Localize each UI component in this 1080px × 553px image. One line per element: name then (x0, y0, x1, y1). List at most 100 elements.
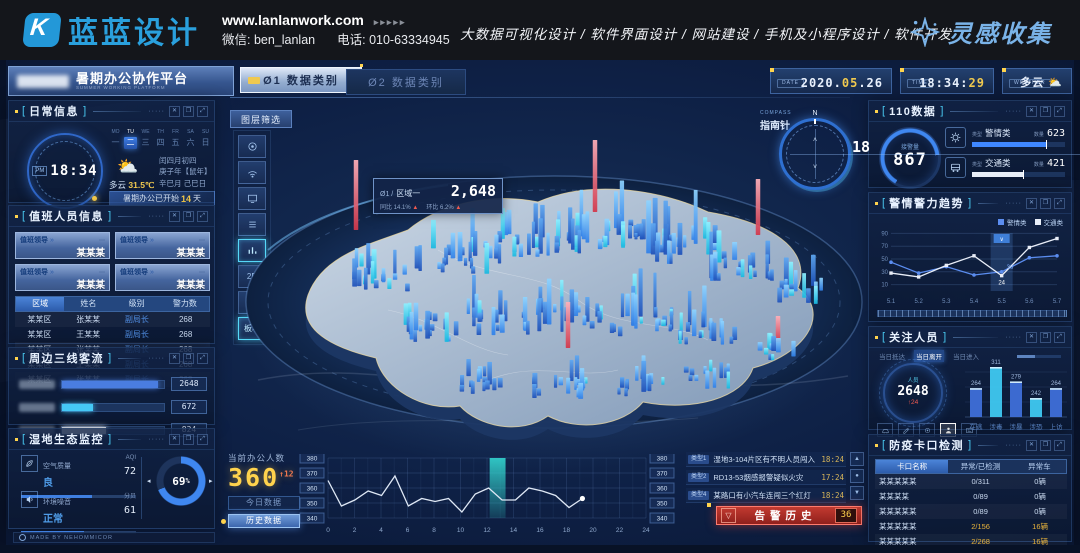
column-header[interactable]: 卡口名称 (876, 460, 948, 473)
panel-header: [110数据]·····✕❐⤢ (869, 101, 1071, 122)
expand-icon[interactable]: ⤢ (197, 211, 208, 222)
tab-data-category-1[interactable]: Ø1 数据类别 (240, 67, 362, 93)
alert-row[interactable]: 类型4某路口有小汽车连闯三个红灯18:24 (686, 488, 846, 503)
panel-title: 110数据 (889, 103, 936, 119)
logo[interactable]: K 蓝蓝设计 (24, 8, 200, 52)
window-controls: ✕❐⤢ (169, 434, 208, 445)
expand-icon[interactable]: ⤢ (1054, 332, 1065, 343)
window-icon[interactable]: ❐ (1040, 440, 1051, 451)
header-dots: ····· (148, 108, 165, 115)
column-header[interactable]: 级别 (113, 297, 161, 311)
close-icon[interactable]: ✕ (1026, 106, 1037, 117)
noise-item: 环境噪音正常 分贝61 (21, 491, 136, 534)
site-url[interactable]: www.lanlanwork.com (222, 12, 364, 28)
count-label: 数量 (1034, 161, 1044, 168)
arrow-icon: » (150, 269, 154, 276)
duty-leader-card[interactable]: 值班领导»⋯某某某 (115, 264, 210, 291)
week-day[interactable]: TU二 (124, 129, 137, 149)
expand-icon[interactable]: ⤢ (1054, 198, 1065, 209)
window-icon[interactable]: ❐ (1040, 332, 1051, 343)
progress-marker (1046, 140, 1047, 149)
duty-leader-card[interactable]: 值班领导»⋯某某某 (15, 264, 110, 291)
panel-header: [防疫卡口检测]·····✕❐⤢ (869, 435, 1071, 456)
panel-tick-icon (875, 444, 878, 447)
alert-history-banner[interactable]: ▽ 告警历史 36 (716, 506, 862, 525)
map-3d-scene[interactable] (238, 130, 870, 460)
table-header-row: 区域姓名级别警力数 (15, 296, 210, 312)
alert-row[interactable]: 类型2RD13-53烟感报警疑似火灾17:24 (686, 470, 846, 485)
week-day[interactable]: SA六 (184, 129, 197, 149)
alert-row[interactable]: 类型1湿地3-104片区有不明人员闯入18:24 (686, 452, 846, 467)
svg-text:90: 90 (881, 231, 888, 237)
window-icon[interactable]: ❐ (183, 353, 194, 364)
panel-checkpoint: [防疫卡口检测]·····✕❐⤢ 卡口名称异常/已检测异常车某某某某某0/311… (868, 434, 1072, 542)
week-day[interactable]: SU日 (199, 129, 212, 149)
table-cell: 268 (161, 312, 210, 327)
header-dots: ····· (148, 213, 165, 220)
column-header[interactable]: 警力数 (161, 297, 209, 311)
alert-list: 类型1湿地3-104片区有不明人员闯入18:24 类型2RD13-53烟感报警疑似… (686, 452, 846, 506)
close-icon[interactable]: ✕ (1026, 198, 1037, 209)
expand-icon[interactable]: ⤢ (197, 106, 208, 117)
expand-icon[interactable]: ⤢ (1054, 440, 1065, 451)
close-icon[interactable]: ✕ (169, 353, 180, 364)
panel-tick-icon (875, 110, 878, 113)
office-count-block: 当前办公人数 360↑12 今日数据 历史数据 (228, 452, 298, 528)
inspiration-collect[interactable]: 灵感收集 (910, 14, 1052, 49)
window-icon[interactable]: ❐ (1040, 106, 1051, 117)
expand-icon[interactable]: ⤢ (1054, 106, 1065, 117)
history-data-button[interactable]: 历史数据 (228, 514, 300, 528)
today-data-button[interactable]: 今日数据 (228, 496, 300, 510)
window-icon[interactable]: ❐ (1040, 198, 1051, 209)
close-icon[interactable]: ✕ (169, 106, 180, 117)
expand-icon[interactable]: ⤢ (197, 353, 208, 364)
window-icon[interactable]: ❐ (183, 434, 194, 445)
alert-type-badge: 类型1 (688, 455, 709, 464)
column-header[interactable]: 区域 (16, 297, 64, 311)
duty-leader-card[interactable]: 值班领导»⋯某某某 (115, 232, 210, 259)
scroll-dot-icon[interactable]: ● (850, 469, 864, 483)
week-day[interactable]: MO一 (109, 129, 122, 149)
duty-leader-card[interactable]: 值班领导»⋯某某某 (15, 232, 110, 259)
scroll-up-icon[interactable]: ▲ (850, 452, 864, 466)
close-icon[interactable]: ✕ (169, 434, 180, 445)
panel-daily-info: [日常信息]·····✕❐⤢ PM18:34 MO一TU二WE三TH四FR五SA… (8, 100, 215, 203)
column-header[interactable]: 姓名 (64, 297, 112, 311)
window-icon[interactable]: ❐ (183, 106, 194, 117)
svg-text:370: 370 (307, 471, 318, 478)
checkpoint-cars: 0辆 (1013, 504, 1067, 519)
week-day[interactable]: WE三 (139, 129, 152, 149)
week-day[interactable]: TH四 (154, 129, 167, 149)
flow-bar-track (61, 380, 165, 389)
redacted-city-logo (17, 75, 69, 88)
column-header[interactable]: 异常/已检测 (948, 460, 1013, 473)
duty-role-label: 值班领导 (20, 267, 48, 277)
summer-days-banner: 暑期办公已开始14天 (109, 191, 215, 206)
gauge-left-arrow-icon[interactable]: ◂ (147, 477, 151, 485)
svg-text:涉毒: 涉毒 (990, 422, 1004, 431)
call-type-row: 类型警情类数量623 (945, 127, 1065, 148)
column-header[interactable]: 异常车 (1013, 460, 1066, 473)
platform-subtitle: SUMMER WORKING PLATFORM (76, 85, 177, 90)
progress-track (972, 142, 1065, 147)
checkpoint-ratio: 0/311 (948, 474, 1013, 489)
header-dots: ····· (1005, 108, 1022, 115)
close-icon[interactable]: ✕ (1026, 440, 1037, 451)
type-label: 类型 (972, 131, 982, 138)
expand-icon[interactable]: ⤢ (197, 434, 208, 445)
svg-text:264: 264 (971, 381, 982, 387)
alert-time: 17:24 (821, 473, 844, 482)
alert-time: 18:24 (821, 455, 844, 464)
week-day[interactable]: FR五 (169, 129, 182, 149)
map-tooltip: Ø1 /区域一2,648 同比 14.1% ▲环比 6.2% ▲ (373, 178, 503, 214)
close-icon[interactable]: ✕ (1026, 332, 1037, 343)
window-icon[interactable]: ❐ (183, 211, 194, 222)
tab-data-category-2[interactable]: Ø2 数据类别 (346, 69, 466, 95)
arrow-icon: » (50, 269, 54, 276)
svg-text:30: 30 (1007, 265, 1014, 271)
scroll-down-icon[interactable]: ▼ (850, 486, 864, 500)
trend-scrollbar[interactable] (877, 310, 1067, 317)
close-icon[interactable]: ✕ (169, 211, 180, 222)
gauge-right-arrow-icon[interactable]: ▸ (209, 477, 213, 485)
map-3d-svg (238, 130, 870, 460)
